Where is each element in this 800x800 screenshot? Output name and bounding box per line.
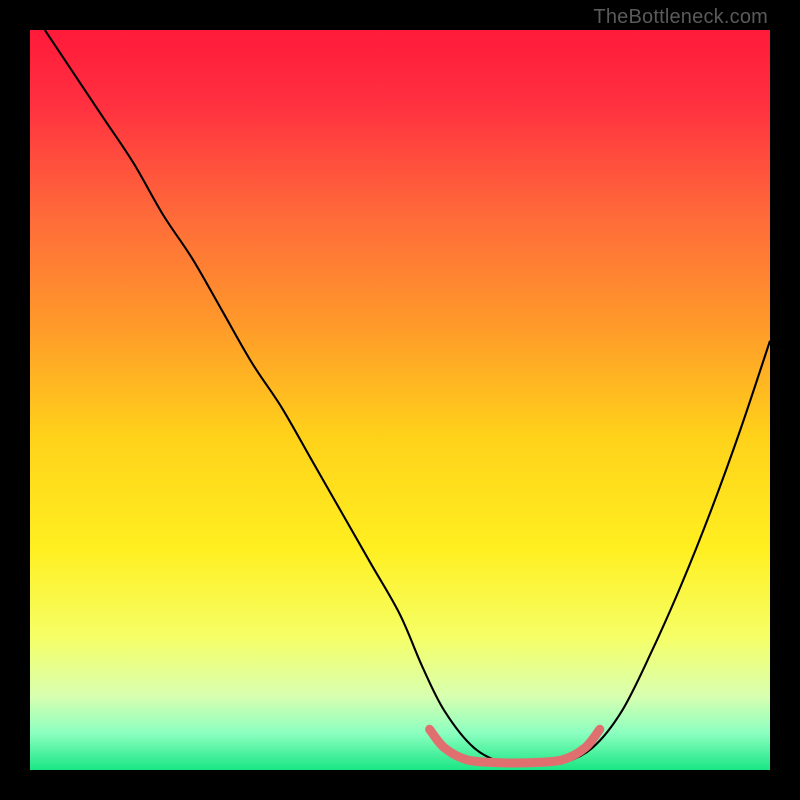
bottom-highlight xyxy=(430,729,600,763)
plot-area xyxy=(30,30,770,770)
watermark-text: TheBottleneck.com xyxy=(593,6,768,29)
chart-frame: TheBottleneck.com xyxy=(0,0,800,800)
curve-layer xyxy=(30,30,770,770)
bottleneck-curve xyxy=(45,30,770,764)
